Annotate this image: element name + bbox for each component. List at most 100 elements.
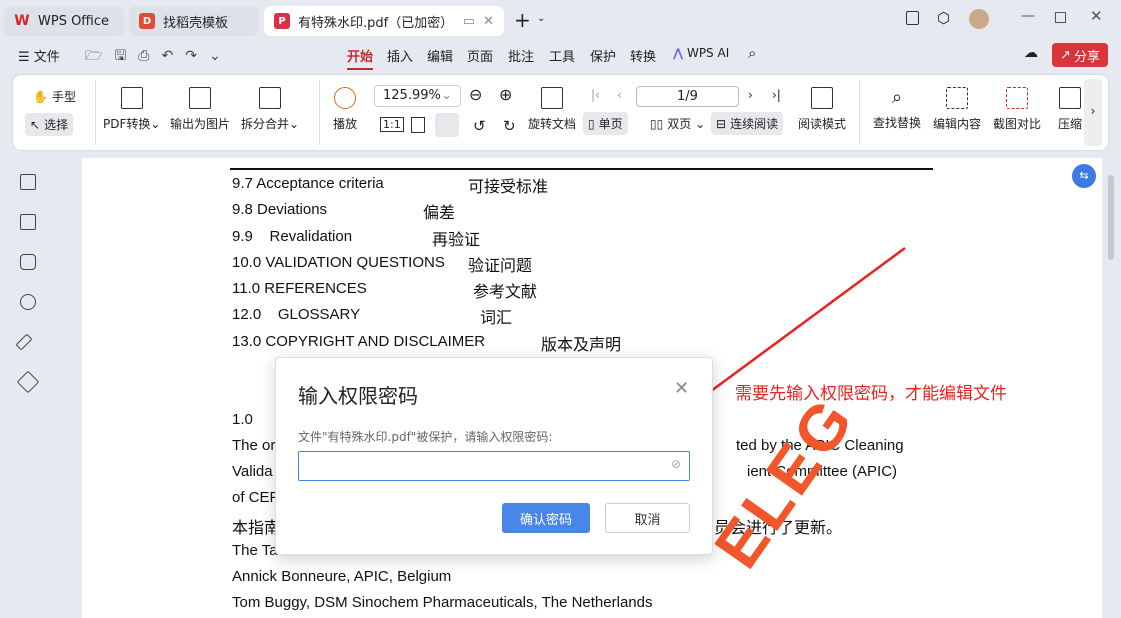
ribbon-scroll-right[interactable]: ›: [1084, 79, 1102, 146]
annotation-text: 需要先输入权限密码，才能编辑文件: [735, 384, 1007, 404]
play-button[interactable]: 播放: [333, 87, 357, 132]
menu-start[interactable]: 开始: [347, 46, 374, 70]
body-text: 本指南: [232, 518, 281, 537]
attachment-icon[interactable]: [20, 294, 36, 310]
tab-label: WPS Office: [38, 13, 110, 29]
single-page-button[interactable]: ▯ 单页: [583, 112, 628, 135]
split-merge-label: 拆分合并: [241, 117, 290, 131]
new-tab-icon[interactable]: +: [514, 8, 531, 32]
fit-width-icon[interactable]: [435, 113, 459, 137]
tab-docer[interactable]: D 找稻壳模板: [129, 6, 259, 36]
hand-tool-button[interactable]: ✋ 手型: [28, 85, 81, 108]
screenshot-compare-label: 截图对比: [993, 117, 1042, 131]
float-tool-icon[interactable]: ⇆: [1072, 164, 1096, 188]
book-icon: [811, 87, 833, 109]
cancel-button[interactable]: 取消: [605, 503, 690, 533]
share-button[interactable]: ↗ 分享: [1052, 43, 1108, 67]
single-label: 单页: [598, 117, 623, 131]
minimize-icon[interactable]: —: [1021, 8, 1035, 24]
confirm-password-button[interactable]: 确认密码: [502, 503, 590, 533]
export-image-label: 输出为图片: [170, 117, 231, 131]
rotate-doc-icon: [541, 87, 563, 109]
image-icon: [189, 87, 211, 109]
file-menu[interactable]: ☰ 文件: [18, 46, 60, 65]
chevron-down-icon[interactable]: ⌄: [537, 13, 545, 24]
comment-icon[interactable]: [20, 254, 36, 270]
search-icon[interactable]: ⌕: [748, 44, 756, 62]
thumbnail-icon[interactable]: [20, 214, 36, 230]
play-icon: [334, 87, 356, 109]
rotate-right-icon[interactable]: ↻: [503, 117, 516, 135]
wps-logo-icon: W: [14, 13, 30, 29]
toc-cn: 词汇: [480, 308, 513, 327]
export-image-button[interactable]: 输出为图片: [170, 87, 230, 132]
split-merge-button[interactable]: 拆分合并⌄: [241, 87, 299, 132]
close-tab-icon[interactable]: ✕: [483, 14, 494, 29]
actual-size-icon[interactable]: 1:1: [380, 117, 404, 132]
toc-line: 9.9 Revalidation: [232, 228, 353, 245]
screenshot-compare-button[interactable]: 截图对比: [993, 87, 1041, 132]
section-number: 1.0: [232, 411, 253, 428]
avatar[interactable]: [969, 9, 989, 29]
continuous-read-button[interactable]: ⊟ 连续阅读: [711, 112, 784, 135]
cube-icon[interactable]: ⬡: [937, 9, 950, 27]
tab-pdf[interactable]: P 有特殊水印.pdf（已加密） ▭ ✕: [264, 6, 504, 36]
zoom-value: 125.99%: [383, 88, 441, 103]
last-page-icon[interactable]: ›|: [772, 88, 781, 102]
password-input[interactable]: ⊘: [298, 451, 690, 481]
eye-hidden-icon[interactable]: ⊘: [671, 457, 681, 471]
compress-button[interactable]: 压缩: [1056, 87, 1084, 132]
bookmark-icon[interactable]: [20, 174, 36, 190]
find-replace-label: 查找替换: [873, 116, 922, 130]
close-window-icon[interactable]: ✕: [1090, 7, 1103, 25]
toc-cn: 可接受标准: [468, 177, 549, 196]
tab-wps-office[interactable]: W WPS Office: [4, 6, 124, 36]
rotate-left-icon[interactable]: ↺: [473, 117, 486, 135]
prev-page-icon[interactable]: ‹: [617, 88, 622, 102]
body-text: Valida: [232, 463, 273, 480]
share-label: 分享: [1073, 49, 1100, 65]
window-icon[interactable]: [906, 11, 919, 25]
maximize-icon[interactable]: [1055, 12, 1066, 23]
quick-access-icons[interactable]: 🗁🖫⎙↶↷⌄: [85, 45, 233, 69]
vertical-scrollbar[interactable]: [1108, 175, 1114, 260]
dialog-message: 文件"有特殊水印.pdf"被保护，请输入权限密码:: [298, 430, 553, 444]
first-page-icon[interactable]: |‹: [591, 88, 600, 102]
double-label: 双页: [667, 117, 692, 131]
zoom-select[interactable]: 125.99% ⌄: [374, 85, 461, 107]
screenshot-icon: [1006, 87, 1028, 109]
fit-page-icon[interactable]: [411, 117, 425, 133]
select-tool-button[interactable]: ↖ 选择: [25, 113, 74, 136]
cloud-icon[interactable]: ☁: [1024, 45, 1038, 61]
zoom-in-icon[interactable]: ⊕: [499, 85, 512, 104]
pdf-convert-button[interactable]: PDF转换⌄: [103, 87, 160, 132]
body-text: Tom Buggy, DSM Sinochem Pharmaceuticals,…: [232, 594, 653, 611]
double-page-button[interactable]: ▯▯ 双页 ⌄: [645, 112, 710, 135]
continuous-label: 连续阅读: [730, 117, 779, 131]
ribbon-toolbar: ✋ 手型 ↖ 选择 PDF转换⌄ 输出为图片 拆分合并⌄ 播放 125.99% ⌄ ⊖…: [13, 75, 1108, 150]
menu-insert[interactable]: 插入: [387, 46, 413, 65]
menu-page[interactable]: 页面: [467, 46, 493, 65]
page-input[interactable]: 1/9: [636, 86, 739, 107]
menu-wps-ai[interactable]: ⋀ WPS AI: [673, 46, 729, 60]
layers-icon[interactable]: [16, 370, 40, 394]
menu-comment[interactable]: 批注: [508, 46, 534, 65]
next-page-icon[interactable]: ›: [748, 88, 753, 102]
edit-icon: [946, 87, 968, 109]
menu-convert[interactable]: 转换: [630, 46, 656, 65]
toc-cn: 偏差: [423, 203, 456, 222]
find-replace-button[interactable]: ⌕ 查找替换: [873, 87, 921, 131]
split-merge-icon: [259, 87, 282, 109]
menu-edit[interactable]: 编辑: [427, 46, 453, 65]
read-mode-button[interactable]: 阅读模式: [798, 87, 846, 132]
close-icon[interactable]: ✕: [674, 378, 689, 399]
zoom-out-icon[interactable]: ⊖: [469, 85, 482, 104]
menu-tools[interactable]: 工具: [549, 46, 575, 65]
menu-protect[interactable]: 保护: [590, 46, 616, 65]
rotate-doc-button[interactable]: 旋转文档: [528, 87, 576, 132]
monitor-icon[interactable]: ▭: [463, 14, 475, 29]
hand-icon: ✋: [33, 89, 48, 104]
signature-icon[interactable]: [15, 333, 33, 351]
cursor-icon: ↖: [30, 117, 41, 132]
edit-content-button[interactable]: 编辑内容: [933, 87, 981, 132]
